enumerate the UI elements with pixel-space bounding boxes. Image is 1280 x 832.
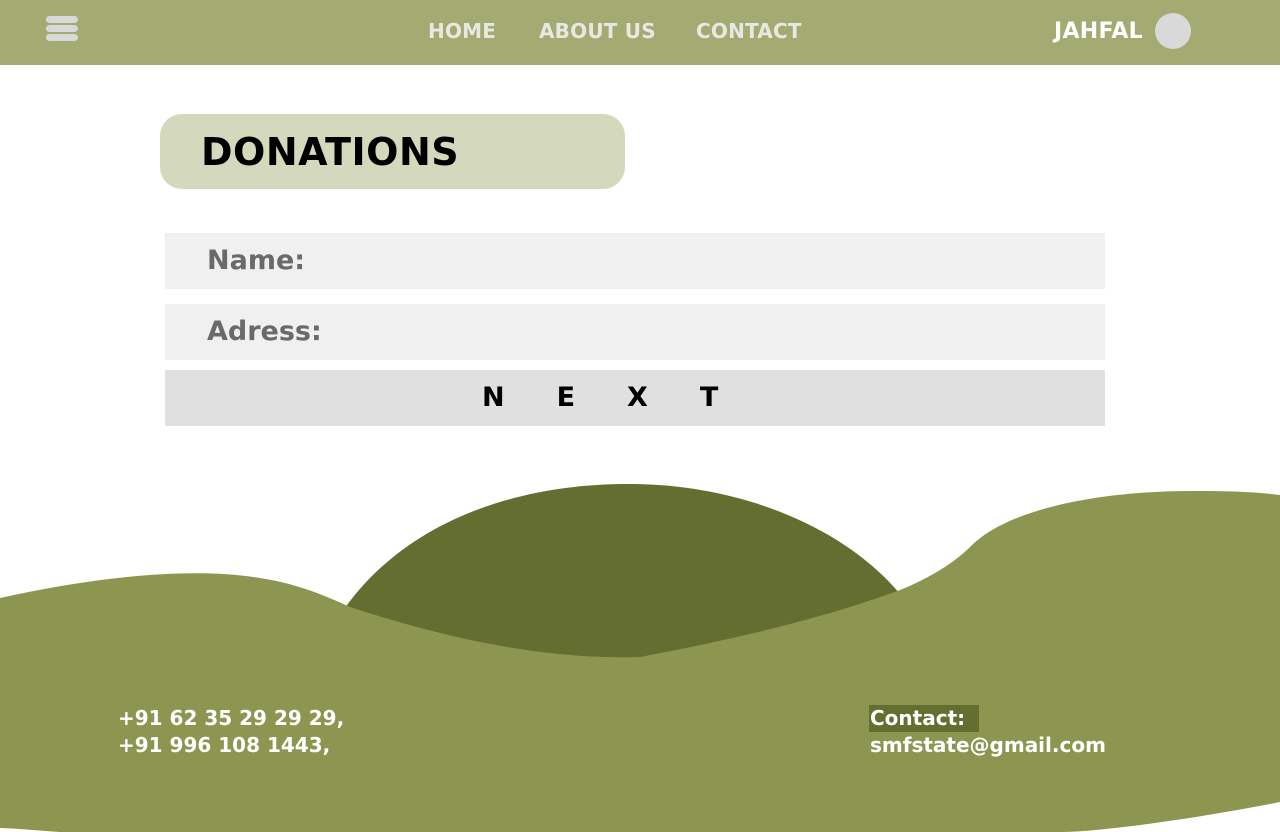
- hamburger-menu-icon[interactable]: [46, 16, 78, 42]
- nav-link-home[interactable]: HOME: [428, 19, 496, 43]
- footer-contact-email[interactable]: smfstate@gmail.com: [870, 732, 1106, 759]
- address-field-label: Adress:: [207, 316, 322, 347]
- next-button-label: NEXT: [482, 382, 771, 413]
- footer-phone-1: +91 62 35 29 29 29,: [118, 706, 345, 730]
- address-field[interactable]: Adress:: [165, 304, 1105, 360]
- nav-link-about-us[interactable]: ABOUT US: [539, 19, 656, 43]
- footer-phone-numbers: +91 62 35 29 29 29, +91 996 108 1443,: [118, 705, 344, 759]
- name-field[interactable]: Name:: [165, 233, 1105, 289]
- footer-contact-heading: Contact:: [869, 705, 980, 732]
- footer-phone-2: +91 996 108 1443,: [118, 733, 331, 757]
- next-button[interactable]: NEXT: [165, 370, 1105, 426]
- footer-hills-background: [0, 484, 1280, 832]
- donations-page: HOME ABOUT US CONTACT JAHFAL DONATIONS N…: [0, 0, 1280, 832]
- page-title-banner: DONATIONS: [160, 114, 625, 189]
- page-title: DONATIONS: [201, 130, 460, 174]
- avatar[interactable]: [1155, 13, 1191, 49]
- footer-contact: Contact: smfstate@gmail.com: [869, 705, 1106, 759]
- nav-link-contact[interactable]: CONTACT: [696, 19, 802, 43]
- name-field-label: Name:: [207, 245, 306, 276]
- user-name[interactable]: JAHFAL: [1054, 19, 1143, 44]
- top-nav-bar: HOME ABOUT US CONTACT JAHFAL: [0, 0, 1280, 65]
